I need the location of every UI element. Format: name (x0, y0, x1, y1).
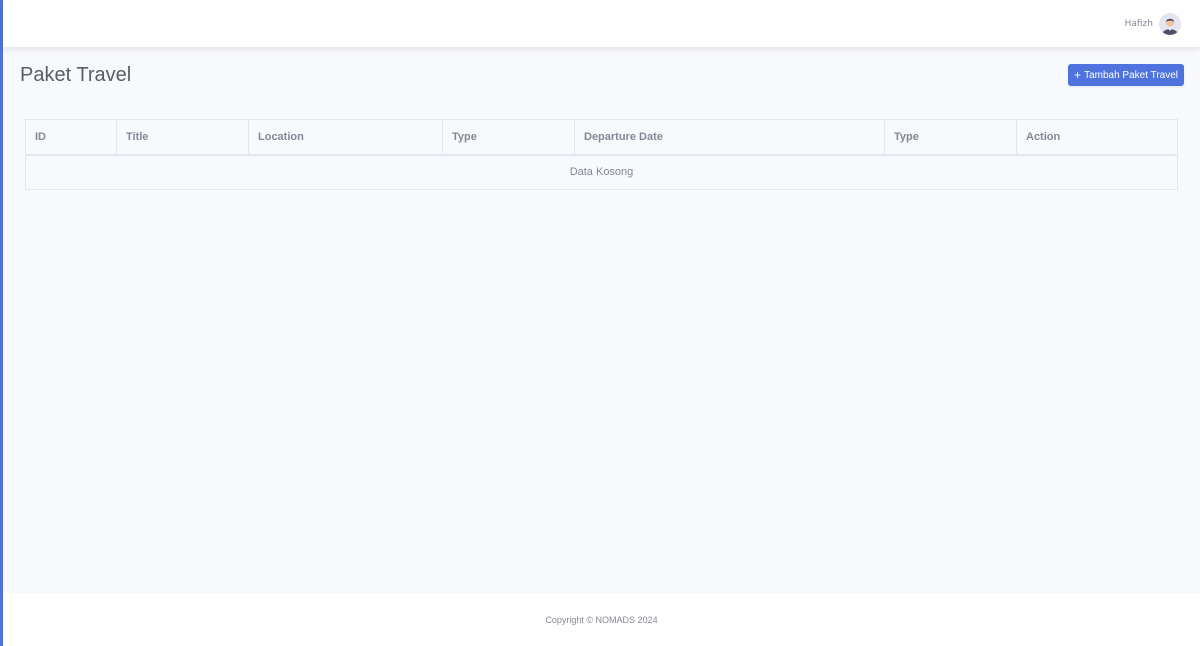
plus-icon: + (1074, 67, 1082, 82)
column-header-id: ID (25, 119, 117, 156)
empty-message: Data Kosong (25, 154, 1178, 190)
column-header-departure-date: Departure Date (574, 119, 885, 156)
travel-table-container: ID Title Location Type Departure Date Ty… (25, 119, 1178, 190)
footer: Copyright © NOMADS 2024 (3, 593, 1200, 646)
table-header-row: ID Title Location Type Departure Date Ty… (25, 119, 1178, 156)
column-header-title: Title (116, 119, 249, 156)
column-header-type: Type (442, 119, 575, 156)
user-avatar-icon (1159, 12, 1181, 35)
page-title: Paket Travel (20, 63, 132, 86)
table-row: Data Kosong (25, 154, 1178, 190)
user-name: Hafizh (1124, 18, 1153, 29)
column-header-location: Location (248, 119, 443, 156)
add-travel-package-button[interactable]: + Tambah Paket Travel (1068, 64, 1184, 86)
user-menu[interactable]: Hafizh (1124, 12, 1181, 35)
topbar: Hafizh (3, 0, 1200, 47)
column-header-type-2: Type (884, 119, 1017, 156)
travel-table: ID Title Location Type Departure Date Ty… (25, 119, 1178, 190)
column-header-action: Action (1016, 119, 1178, 156)
add-button-label: Tambah Paket Travel (1084, 69, 1178, 81)
copyright-text: Copyright © NOMADS 2024 (545, 614, 658, 625)
page: Hafizh Paket Travel + Tambah Paket Trave… (0, 0, 1200, 646)
heading-row: Paket Travel + Tambah Paket Travel (20, 62, 1184, 88)
